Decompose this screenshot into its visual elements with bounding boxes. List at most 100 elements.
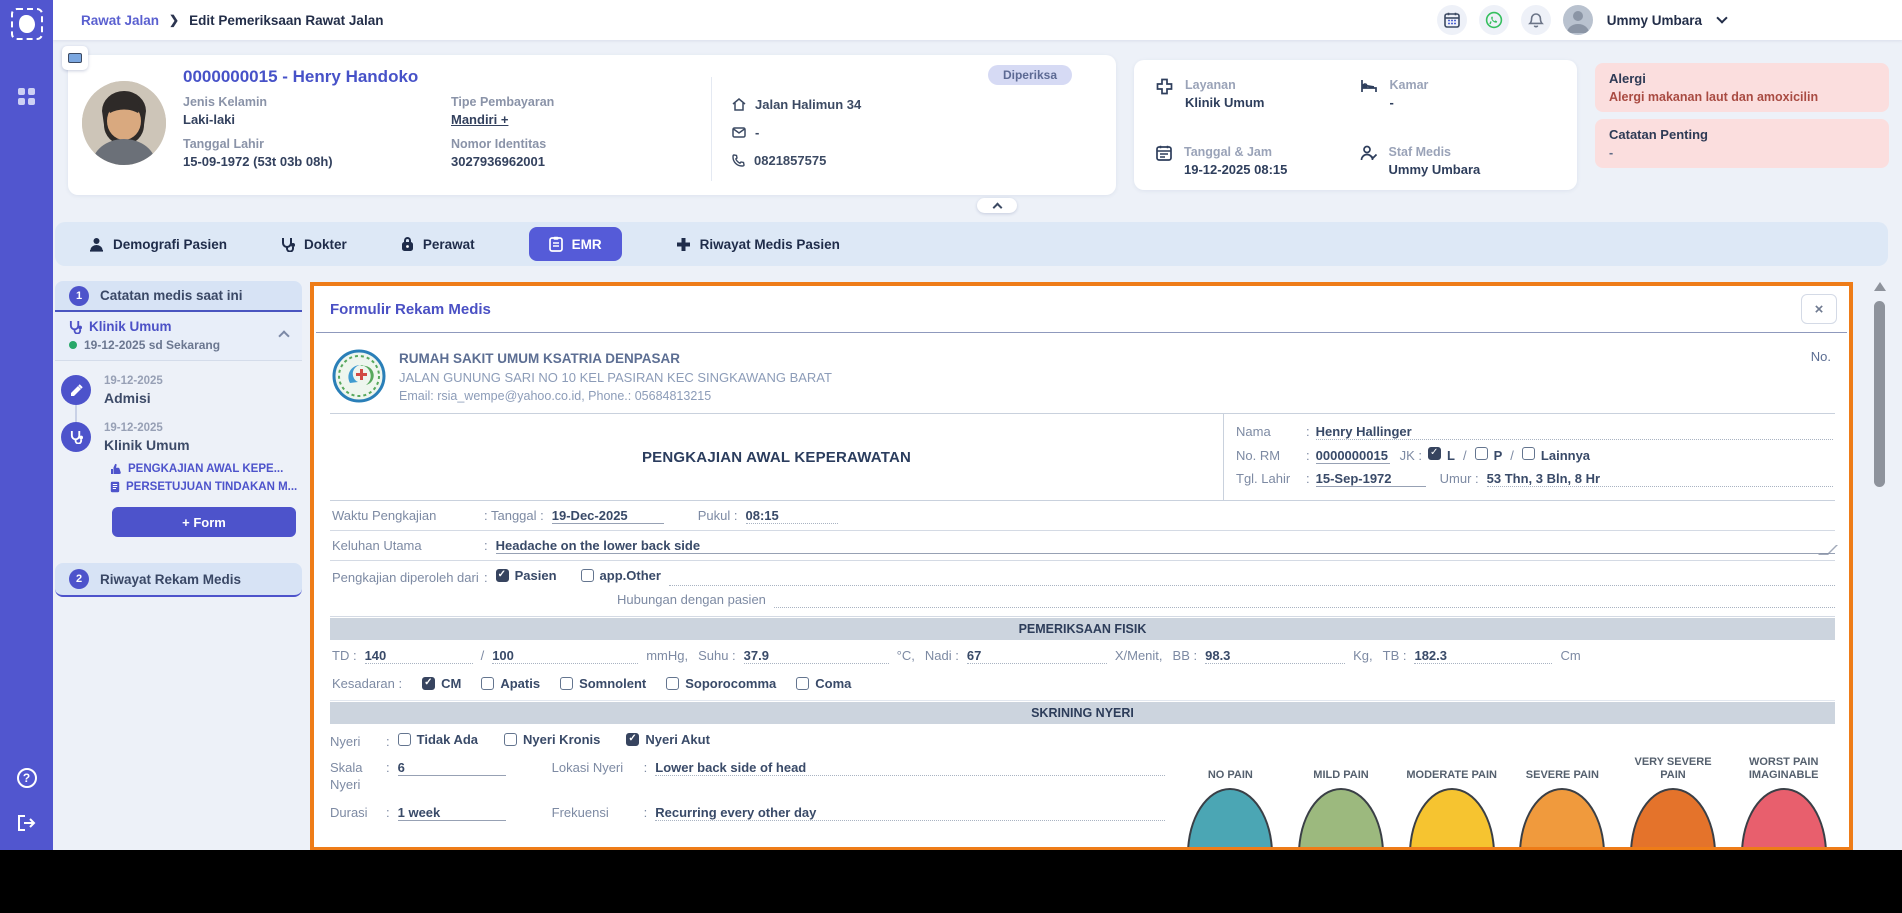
layanan-label: Layanan (1185, 78, 1236, 92)
tanggal-field[interactable]: 19-Dec-2025 (551, 508, 664, 524)
visit-info-card: Layanan Klinik Umum Kamar - Tanggal & Ja… (1134, 60, 1577, 190)
breadcrumb-separator-icon: ❯ (169, 13, 180, 27)
breadcrumb-current: Edit Pemeriksaan Rawat Jalan (189, 12, 384, 28)
app-window: ? Rawat Jalan ❯ Edit Pemeriksaan Rawat J… (0, 0, 1902, 850)
timeline-item-admisi[interactable]: 19-12-2025 Admisi (61, 375, 302, 424)
nyeri-akut-checkbox[interactable] (626, 733, 640, 746)
app-logo[interactable] (10, 8, 43, 40)
edit-icon (70, 383, 83, 396)
user-avatar[interactable] (1562, 5, 1593, 35)
collapse-header-button[interactable] (977, 198, 1017, 213)
page-scrollbar[interactable] (1873, 282, 1886, 842)
staf-medis-value: Ummy Umbara (1388, 162, 1481, 177)
help-icon[interactable]: ? (16, 768, 37, 788)
jk-p-checkbox[interactable] (1474, 447, 1488, 460)
jenis-kelamin-label: Jenis Kelamin (183, 95, 268, 109)
tanggal-lahir-label: Tanggal Lahir (183, 137, 265, 151)
kesadaran-apatis-checkbox[interactable] (481, 677, 495, 690)
whatsapp-icon[interactable] (1478, 5, 1509, 35)
chevron-up-icon (992, 202, 1002, 212)
waktu-pengkajian-label: Waktu Pengkajian (332, 508, 437, 523)
kesadaran-coma-checkbox[interactable] (796, 677, 810, 690)
formulir-rekam-medis-modal: Formulir Rekam Medis × RUMAH SAKIT UMUM … (310, 282, 1853, 850)
pukul-field[interactable]: 08:15 (745, 508, 838, 524)
nyeri-tidak-ada-checkbox[interactable] (397, 733, 411, 746)
sidebar-section-history[interactable]: 2 Riwayat Rekam Medis (55, 563, 302, 597)
nadi-field[interactable]: 67 (966, 648, 1107, 664)
tipe-pembayaran-link[interactable]: Mandiri + (451, 112, 693, 127)
keluhan-utama-label: Keluhan Utama (332, 538, 422, 553)
user-menu-chevron-icon[interactable] (1716, 12, 1728, 24)
emr-sidebar: 1 Catatan medis saat ini Klinik Umum 19-… (55, 281, 302, 597)
staf-medis-label: Staf Medis (1388, 145, 1452, 159)
hubungan-field[interactable] (773, 592, 1835, 608)
durasi-field[interactable]: 1 week (397, 805, 506, 821)
no-rm-field[interactable]: 0000000015 (1315, 448, 1390, 464)
emr-clipboard-icon (548, 236, 563, 252)
timeline-item-klinik-umum[interactable]: 19-12-2025 Klinik Umum (61, 422, 302, 469)
tab-demografi-pasien[interactable]: Demografi Pasien (89, 237, 227, 252)
kesadaran-cm-checkbox[interactable] (422, 677, 436, 690)
kesadaran-somnolent-checkbox[interactable] (560, 677, 574, 690)
logout-icon[interactable] (17, 814, 37, 832)
kesadaran-soporocomma-checkbox[interactable] (666, 677, 680, 690)
home-icon (732, 98, 746, 111)
user-name[interactable]: Ummy Umbara (1607, 13, 1702, 28)
layanan-value: Klinik Umum (1185, 95, 1265, 110)
notifications-bell-icon[interactable] (1520, 5, 1551, 35)
suhu-field[interactable]: 37.9 (743, 648, 889, 664)
skala-nyeri-field[interactable]: 6 (397, 760, 506, 776)
pasien-checkbox[interactable] (495, 569, 509, 582)
kesadaran-label: Kesadaran : (332, 676, 403, 691)
scroll-up-arrow-icon[interactable] (1873, 282, 1886, 291)
section-number-badge: 1 (69, 285, 89, 306)
tb-field[interactable]: 182.3 (1414, 648, 1553, 664)
patient-alerts: Alergi Alergi makanan laut dan amoxicili… (1595, 63, 1889, 175)
frekuensi-field[interactable]: Recurring every other day (655, 805, 1165, 821)
apps-grid-icon[interactable] (17, 88, 36, 106)
td-diastole-field[interactable]: 100 (492, 648, 639, 664)
catatan-penting-title: Catatan Penting (1609, 127, 1708, 142)
add-form-button[interactable]: + Form (112, 507, 296, 537)
pain-face-very-severe (1630, 788, 1717, 847)
jk-lainnya-checkbox[interactable] (1521, 447, 1535, 460)
doc-link-persetujuan[interactable]: PERSETUJUAN TINDAKAN M... (110, 481, 302, 493)
tgl-lahir-field[interactable]: 15-Sep-1972 (1315, 471, 1426, 487)
modal-title: Formulir Rekam Medis (330, 300, 491, 318)
section-pemeriksaan-fisik: PEMERIKSAAN FISIK (330, 618, 1835, 640)
umur-field[interactable]: 53 Thn, 3 Bln, 8 Hr (1486, 471, 1833, 487)
keluhan-utama-field[interactable]: Headache on the lower back side (495, 538, 1835, 554)
phone-icon (732, 154, 745, 167)
app-other-checkbox[interactable] (580, 569, 594, 582)
calendar-icon[interactable] (1436, 5, 1467, 35)
tab-perawat[interactable]: Perawat (401, 237, 475, 252)
current-visit-item[interactable]: Klinik Umum 19-12-2025 sd Sekarang (55, 312, 302, 361)
pain-face-moderate (1408, 788, 1495, 847)
alergi-panel: Alergi Alergi makanan laut dan amoxicili… (1595, 63, 1889, 112)
alergi-text: Alergi makanan laut dan amoxicilin (1609, 90, 1819, 104)
td-sistole-field[interactable]: 140 (364, 648, 473, 664)
jk-l-checkbox[interactable] (1428, 447, 1442, 460)
staff-icon (1360, 145, 1377, 161)
close-button[interactable]: × (1801, 294, 1837, 324)
lokasi-nyeri-field[interactable]: Lower back side of head (655, 760, 1165, 776)
breadcrumb-parent[interactable]: Rawat Jalan (81, 13, 159, 28)
topbar: Rawat Jalan ❯ Edit Pemeriksaan Rawat Jal… (53, 0, 1902, 40)
sidebar-section-current[interactable]: 1 Catatan medis saat ini (55, 281, 302, 312)
scrollbar-thumb[interactable] (1874, 301, 1885, 487)
patient-card-icon-button[interactable] (62, 46, 88, 70)
nama-field[interactable]: Henry Hallinger (1315, 424, 1833, 440)
document-icon (110, 481, 120, 493)
patient-summary-card: 0000000015 - Henry Handoko Jenis Kelamin… (62, 46, 1116, 195)
nyeri-kronis-checkbox[interactable] (504, 733, 518, 746)
pain-scale-chart: NO PAIN MILD PAIN MODERATE PAIN SEVERE P… (1179, 732, 1835, 847)
tab-emr[interactable]: EMR (528, 227, 622, 261)
bb-field[interactable]: 98.3 (1205, 648, 1346, 664)
hospital-logo (332, 349, 386, 403)
active-status-dot (69, 341, 77, 349)
stethoscope-icon (70, 430, 83, 444)
tab-riwayat-medis-pasien[interactable]: Riwayat Medis Pasien (676, 237, 840, 252)
record-tabs: Demografi Pasien Dokter Perawat EMR Riwa… (55, 222, 1888, 266)
tanggal-jam-value: 19-12-2025 08:15 (1184, 162, 1288, 177)
tab-dokter[interactable]: Dokter (281, 237, 347, 252)
